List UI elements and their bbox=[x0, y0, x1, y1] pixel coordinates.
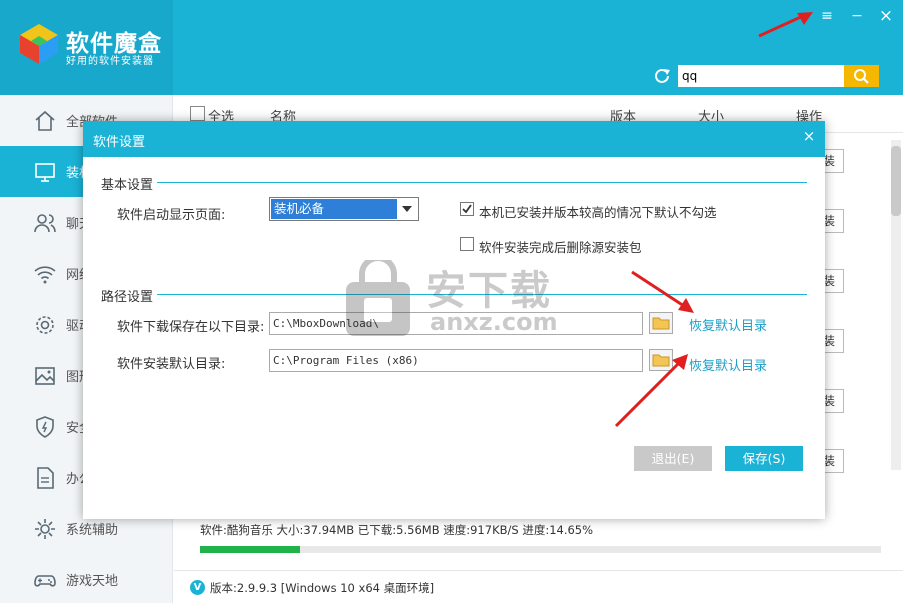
wifi-icon bbox=[34, 266, 56, 284]
restore-download-dir-link[interactable]: 恢复默认目录 bbox=[689, 315, 767, 334]
download-progress bbox=[200, 546, 881, 553]
section-divider bbox=[157, 182, 807, 183]
app-subtitle: 好用的软件安装器 bbox=[66, 56, 154, 67]
scrollbar-thumb[interactable] bbox=[891, 146, 901, 216]
annotation-arrow-icon bbox=[758, 12, 813, 38]
search-button[interactable] bbox=[844, 65, 879, 87]
install-dir-label: 软件安装默认目录: bbox=[117, 357, 226, 372]
refresh-icon[interactable] bbox=[652, 66, 672, 86]
dialog-close-button[interactable]: × bbox=[799, 127, 819, 145]
image-icon bbox=[35, 367, 55, 385]
save-button[interactable]: 保存(S) bbox=[725, 446, 803, 471]
install-dir-input[interactable] bbox=[269, 349, 643, 372]
version-badge-icon: V bbox=[190, 580, 205, 595]
download-status: 软件:酷狗音乐 大小:37.94MB 已下载:5.56MB 速度:917KB/S… bbox=[200, 523, 594, 537]
basic-settings-heading: 基本设置 bbox=[101, 178, 154, 193]
sidebar-item-games[interactable]: 游戏天地 bbox=[0, 554, 173, 603]
gamepad-icon bbox=[34, 575, 56, 587]
shopping-bag-icon bbox=[346, 260, 410, 336]
select-all-checkbox[interactable] bbox=[190, 106, 205, 121]
delete-package-checkbox[interactable] bbox=[460, 237, 474, 251]
monitor-icon bbox=[35, 163, 55, 182]
checkmark-icon bbox=[462, 204, 472, 214]
document-icon bbox=[37, 467, 54, 489]
startup-page-value: 装机必备 bbox=[271, 199, 397, 219]
minimize-button[interactable]: − bbox=[847, 6, 867, 26]
search-icon bbox=[854, 69, 869, 84]
watermark: 安下载 anxz.com bbox=[340, 258, 570, 340]
gear-icon bbox=[36, 316, 54, 334]
no-check-installed-label: 本机已安装并版本较高的情况下默认不勾选 bbox=[479, 205, 717, 220]
status-bar: V 版本:2.9.9.3 [Windows 10 x64 桌面环境] bbox=[174, 570, 903, 603]
path-settings-heading: 路径设置 bbox=[101, 290, 154, 305]
chevron-down-icon bbox=[402, 206, 412, 212]
startup-page-label: 软件启动显示页面: bbox=[117, 208, 226, 223]
delete-package-label: 软件安装完成后删除源安装包 bbox=[479, 240, 642, 255]
download-dir-label: 软件下载保存在以下目录: bbox=[117, 320, 265, 335]
cube-logo-icon bbox=[20, 24, 58, 64]
shield-icon bbox=[36, 416, 54, 438]
watermark-subtext: anxz.com bbox=[430, 308, 558, 336]
settings-icon bbox=[35, 519, 55, 539]
dialog-title: 软件设置 bbox=[93, 135, 146, 150]
restore-install-dir-link[interactable]: 恢复默认目录 bbox=[689, 355, 767, 374]
annotation-arrow-icon bbox=[631, 270, 694, 313]
search-input[interactable] bbox=[678, 65, 844, 87]
menu-icon[interactable]: ≡ bbox=[817, 6, 837, 26]
no-check-installed-checkbox[interactable] bbox=[460, 202, 474, 216]
sidebar-item-label: 游戏天地 bbox=[66, 574, 119, 589]
dialog-title-bar: 软件设置 × bbox=[83, 121, 825, 157]
annotation-arrow-icon bbox=[614, 354, 688, 428]
home-icon bbox=[35, 110, 55, 131]
users-icon bbox=[34, 214, 56, 233]
startup-page-select[interactable]: 装机必备 bbox=[269, 197, 419, 221]
download-progress-fill bbox=[200, 546, 300, 553]
exit-button[interactable]: 退出(E) bbox=[634, 446, 712, 471]
logo-area: 软件魔盒 好用的软件安装器 bbox=[0, 0, 173, 95]
close-window-button[interactable]: × bbox=[876, 6, 896, 26]
version-info: 版本:2.9.9.3 [Windows 10 x64 桌面环境] bbox=[210, 581, 435, 595]
sidebar-item-label: 系统辅助 bbox=[66, 523, 119, 538]
